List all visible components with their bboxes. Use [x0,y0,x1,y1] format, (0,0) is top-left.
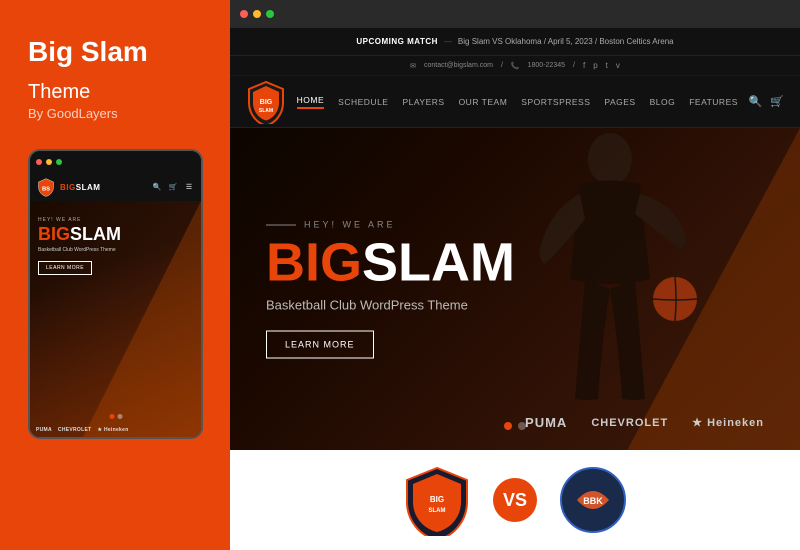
mobile-logo-text: BIGSLAM [60,183,100,192]
slide-indicators [504,422,526,430]
mobile-slide-indicators [109,414,122,419]
nav-cart-icon[interactable]: 🛒 [770,95,784,108]
sponsor-puma: PUMA [525,415,567,430]
mobile-tagline: Basketball Club WordPress Theme [38,247,121,253]
mobile-big-text: BIG [38,225,70,243]
svg-text:BBK: BBK [583,496,603,506]
sponsors-bar: PUMA CHEVROLET ★ Heineken [525,415,764,430]
social-twitter-icon[interactable]: t [606,61,608,70]
mobile-logo: BS BIGSLAM [36,177,100,197]
mobile-mockup: BS BIGSLAM 🔍 🛒 ☰ HEY! WE ARE BIG SLAM [28,149,203,439]
bottom-section: BIG SLAM VS BBK [230,450,800,550]
match-info: Big Slam VS Oklahoma / April 5, 2023 / B… [458,37,674,46]
contact-bar: ✉ contact@bigslam.com / 📞 1800-22345 / f… [230,56,800,76]
mobile-hero-text: HEY! WE ARE BIG SLAM Basketball Club Wor… [38,217,121,275]
desktop-mockup: UPCOMING MATCH — Big Slam VS Oklahoma / … [230,0,800,550]
theme-byline: By GoodLayers [28,106,202,121]
left-panel: Big Slam Theme By GoodLayers BS BIGSLAM … [0,0,230,550]
team2-logo-icon: BBK [557,464,629,536]
mobile-slam-text: SLAM [70,225,121,243]
hero-section: HEY! WE ARE BIG SLAM Basketball Club Wor… [230,128,800,450]
mobile-logo-icon: BS [36,177,56,197]
hero-cta-button[interactable]: LEARN MORE [266,331,374,359]
sponsor-chevrolet: CHEVROLET [591,417,668,429]
vs-badge: VS [493,478,537,522]
mobile-menu-icon: ☰ [183,181,195,193]
nav-link-sportspress[interactable]: SPORTSPRESS [521,97,590,107]
announcement-bar: UPCOMING MATCH — Big Slam VS Oklahoma / … [230,28,800,56]
mobile-hero: HEY! WE ARE BIG SLAM Basketball Club Wor… [30,201,201,439]
nav-link-ourteam[interactable]: OUR TEAM [459,97,508,107]
mobile-sponsor-chevrolet: CHEVROLET [58,427,92,433]
team1-logo-icon: BIG SLAM [401,464,473,536]
nav-links: HOME SCHEDULE PLAYERS OUR TEAM SPORTSPRE… [297,95,738,109]
separator-dash: — [444,37,452,46]
contact-email: contact@bigslam.com [424,62,493,69]
contact-email-icon: ✉ [410,62,416,70]
contact-phone: 1800-22345 [528,62,565,69]
desktop-chrome-bar [230,0,800,28]
nav-link-schedule[interactable]: SCHEDULE [338,97,388,107]
nav-link-home[interactable]: HOME [297,95,325,109]
nav-logo: BIG SLAM [246,80,286,124]
mobile-dot-red [36,159,42,165]
hero-slam-text: SLAM [362,236,515,290]
svg-text:BIG: BIG [260,99,273,106]
mobile-sponsors: PUMA CHEVROLET ★ Heineken [36,427,129,433]
svg-text:SLAM: SLAM [429,508,446,514]
mobile-dot-green [56,159,62,165]
team1-logo: BIG SLAM [401,464,473,536]
chrome-dot-yellow [253,10,261,18]
logo-shield-icon: BIG SLAM [246,80,286,124]
social-vimeo-icon[interactable]: v [616,61,620,70]
contact-social-separator: / [573,62,575,69]
hero-tagline: Basketball Club WordPress Theme [266,298,515,313]
indicator-2 [518,422,526,430]
mobile-chrome-bar [30,151,201,173]
contact-separator: / [501,62,503,69]
mobile-nav: BS BIGSLAM 🔍 🛒 ☰ [30,173,201,201]
mobile-sponsor-heineken: ★ Heineken [97,427,128,433]
nav-link-players[interactable]: PLAYERS [402,97,444,107]
mobile-indicator-2 [117,414,122,419]
nav-link-features[interactable]: FEATURES [689,97,738,107]
mobile-sponsor-puma: PUMA [36,427,52,433]
social-pinterest-icon[interactable]: p [593,61,597,70]
theme-title: Big Slam Theme [28,32,202,106]
hero-title: BIG SLAM [266,236,515,290]
chrome-dot-green [266,10,274,18]
mobile-indicator-1 [109,414,114,419]
mobile-nav-icons: 🔍 🛒 ☰ [151,181,195,193]
mobile-cart-icon: 🛒 [167,181,179,193]
mobile-hey-label: HEY! WE ARE [38,217,121,223]
nav-action-icons: 🔍 🛒 [749,95,784,108]
hero-content: HEY! WE ARE BIG SLAM Basketball Club Wor… [266,220,515,359]
svg-text:BIG: BIG [430,495,444,504]
nav-link-pages[interactable]: PAGES [604,97,635,107]
hero-hey-label: HEY! WE ARE [266,220,515,230]
mobile-search-icon: 🔍 [151,181,163,193]
main-nav: BIG SLAM HOME SCHEDULE PLAYERS OUR TEAM … [230,76,800,128]
social-facebook-icon[interactable]: f [583,61,585,70]
mobile-dot-yellow [46,159,52,165]
sponsor-heineken: ★ Heineken [692,416,764,429]
mobile-title-row: BIG SLAM [38,225,121,243]
svg-text:BS: BS [42,186,50,192]
svg-text:SLAM: SLAM [259,108,273,114]
player-silhouette [510,128,710,450]
mobile-cta-button[interactable]: LEARN MORE [38,261,92,275]
nav-link-blog[interactable]: BLOG [650,97,676,107]
indicator-1 [504,422,512,430]
chrome-dot-red [240,10,248,18]
hero-big-text: BIG [266,236,362,290]
upcoming-label: UPCOMING MATCH [356,37,438,46]
contact-phone-icon: 📞 [511,62,520,70]
team2-logo: BBK [557,464,629,536]
nav-search-icon[interactable]: 🔍 [749,95,763,108]
